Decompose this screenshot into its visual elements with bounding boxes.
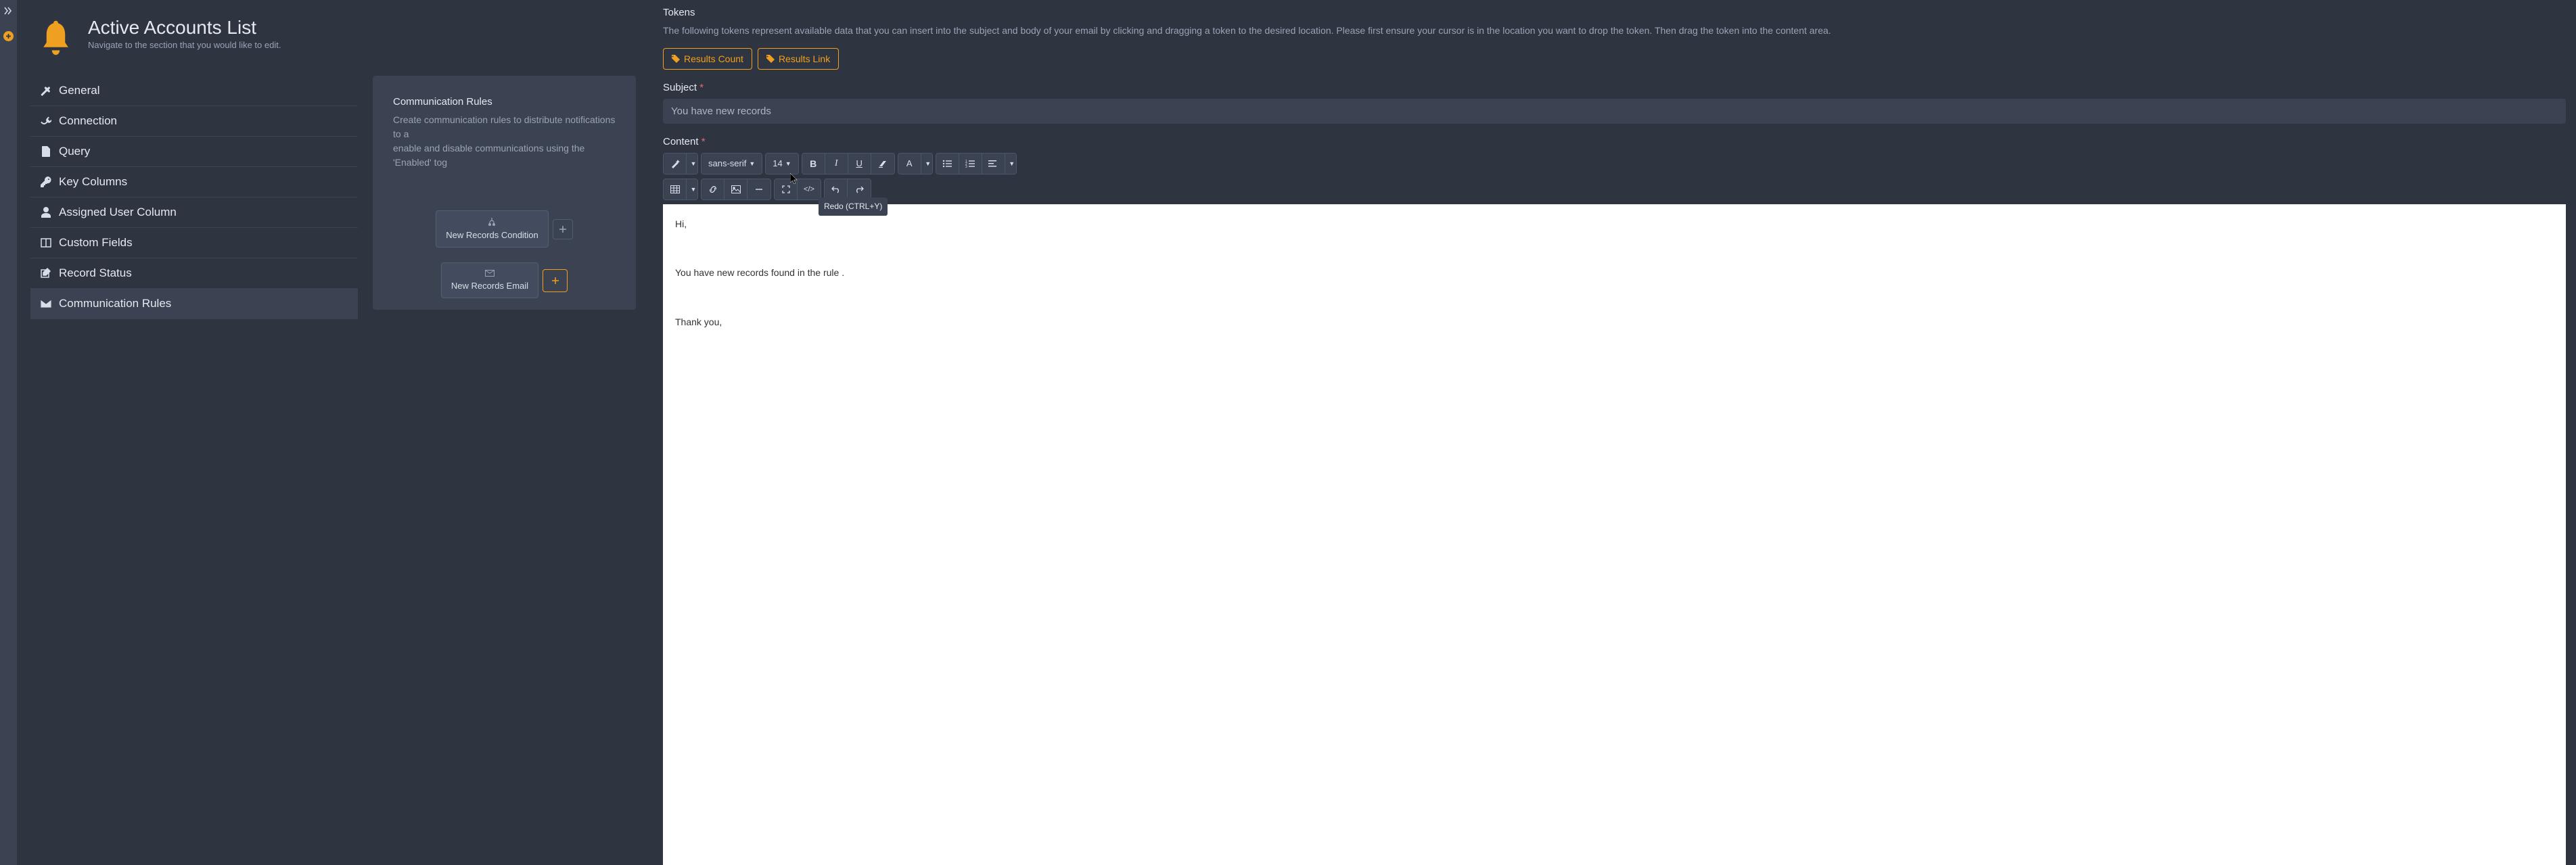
- add-email-button[interactable]: [543, 269, 568, 292]
- content-label: Content *: [663, 136, 2566, 147]
- align-button[interactable]: [982, 154, 1005, 174]
- page-header: Active Accounts List Navigate to the sec…: [30, 17, 636, 59]
- token-results-count[interactable]: Results Count: [663, 48, 752, 70]
- table-button[interactable]: [664, 179, 687, 200]
- text-color-button[interactable]: A: [898, 154, 921, 174]
- sidebar-item-label: Record Status: [59, 266, 132, 280]
- tokens-help-text: The following tokens represent available…: [663, 24, 2566, 39]
- link-button[interactable]: [702, 179, 724, 200]
- image-button[interactable]: [724, 179, 748, 200]
- magic-dropdown[interactable]: ▼: [687, 154, 697, 174]
- sidebar-item-communication-rules[interactable]: Communication Rules: [30, 289, 358, 319]
- tag-icon: [672, 55, 680, 63]
- rule-flow: New Records Condition New Records Email: [393, 210, 616, 298]
- sidebar-item-query[interactable]: Query: [30, 137, 358, 167]
- sidebar-item-label: Query: [59, 145, 90, 158]
- font-size-select[interactable]: 14▼: [766, 154, 798, 174]
- plug-icon: [40, 116, 52, 126]
- hr-button[interactable]: [748, 179, 770, 200]
- content-editor[interactable]: Redo (CTRL+Y) Hi, You have new records f…: [663, 204, 2566, 865]
- condition-node[interactable]: New Records Condition: [436, 210, 549, 248]
- columns-icon: [40, 238, 52, 248]
- sidebar-item-connection[interactable]: Connection: [30, 106, 358, 137]
- sidebar-item-custom-fields[interactable]: Custom Fields: [30, 228, 358, 258]
- expand-sidebar-button[interactable]: [4, 7, 14, 15]
- bell-icon: [37, 17, 74, 59]
- node-label: New Records Email: [451, 281, 528, 291]
- editor-paragraph: You have new records found in the rule .: [675, 265, 2554, 280]
- add-button[interactable]: [3, 31, 14, 41]
- main-column: Active Accounts List Navigate to the sec…: [17, 0, 649, 865]
- redo-button[interactable]: [848, 179, 871, 200]
- sidebar-item-key-columns[interactable]: Key Columns: [30, 167, 358, 197]
- italic-button[interactable]: I: [825, 154, 848, 174]
- magic-button[interactable]: [664, 154, 687, 174]
- sidebar-item-general[interactable]: General: [30, 76, 358, 106]
- subject-input[interactable]: [663, 99, 2566, 124]
- token-results-link[interactable]: Results Link: [758, 48, 839, 70]
- editor-paragraph: Hi,: [675, 216, 2554, 231]
- code-view-button[interactable]: </>: [798, 179, 821, 200]
- bold-button[interactable]: B: [802, 154, 825, 174]
- underline-button[interactable]: U: [848, 154, 871, 174]
- left-gutter: [0, 0, 17, 865]
- editor-paragraph: Thank you,: [675, 314, 2554, 329]
- sidebar-item-label: Key Columns: [59, 175, 127, 189]
- page-subtitle: Navigate to the section that you would l…: [88, 40, 281, 50]
- envelope-icon: [485, 270, 495, 277]
- wrench-icon: [40, 85, 52, 96]
- sidebar-item-label: Custom Fields: [59, 236, 133, 250]
- sidebar-nav: General Connection Query Key Columns Ass…: [30, 76, 358, 865]
- panel-title: Communication Rules: [393, 96, 616, 108]
- fullscreen-button[interactable]: [775, 179, 798, 200]
- edit-icon: [40, 268, 52, 279]
- table-dropdown[interactable]: ▼: [687, 179, 697, 200]
- right-panel: Tokens The following tokens represent av…: [649, 0, 2576, 865]
- branch-icon: [488, 218, 495, 226]
- panel-description: Create communication rules to distribute…: [393, 113, 616, 170]
- editor-toolbar: ▼ sans-serif▼ 14▼ B I U A ▼ 123: [663, 153, 2566, 174]
- align-dropdown[interactable]: ▼: [1005, 154, 1016, 174]
- sidebar-item-label: General: [59, 84, 99, 97]
- file-icon: [40, 146, 52, 157]
- sidebar-item-assigned-user[interactable]: Assigned User Column: [30, 197, 358, 228]
- envelope-icon: [40, 300, 52, 308]
- add-condition-button[interactable]: [553, 219, 573, 239]
- tokens-heading: Tokens: [663, 7, 2566, 18]
- undo-button[interactable]: [825, 179, 848, 200]
- ordered-list-button[interactable]: 123: [959, 154, 982, 174]
- svg-text:3: 3: [965, 165, 967, 168]
- sidebar-item-label: Communication Rules: [59, 297, 171, 310]
- key-icon: [40, 177, 52, 187]
- tag-icon: [766, 55, 775, 63]
- sidebar-item-label: Connection: [59, 114, 117, 128]
- node-label: New Records Condition: [446, 230, 538, 240]
- page-title: Active Accounts List: [88, 17, 281, 39]
- sidebar-item-label: Assigned User Column: [59, 206, 177, 219]
- canvas-area: Communication Rules Create communication…: [373, 76, 636, 865]
- email-node[interactable]: New Records Email: [441, 262, 538, 298]
- font-family-select[interactable]: sans-serif▼: [702, 154, 762, 174]
- sidebar-item-record-status[interactable]: Record Status: [30, 258, 358, 289]
- unordered-list-button[interactable]: [936, 154, 959, 174]
- communication-rules-panel: Communication Rules Create communication…: [373, 76, 636, 310]
- text-color-dropdown[interactable]: ▼: [921, 154, 932, 174]
- user-icon: [40, 207, 52, 218]
- redo-tooltip: Redo (CTRL+Y): [819, 197, 888, 216]
- clear-format-button[interactable]: [871, 154, 894, 174]
- subject-label: Subject *: [663, 82, 2566, 93]
